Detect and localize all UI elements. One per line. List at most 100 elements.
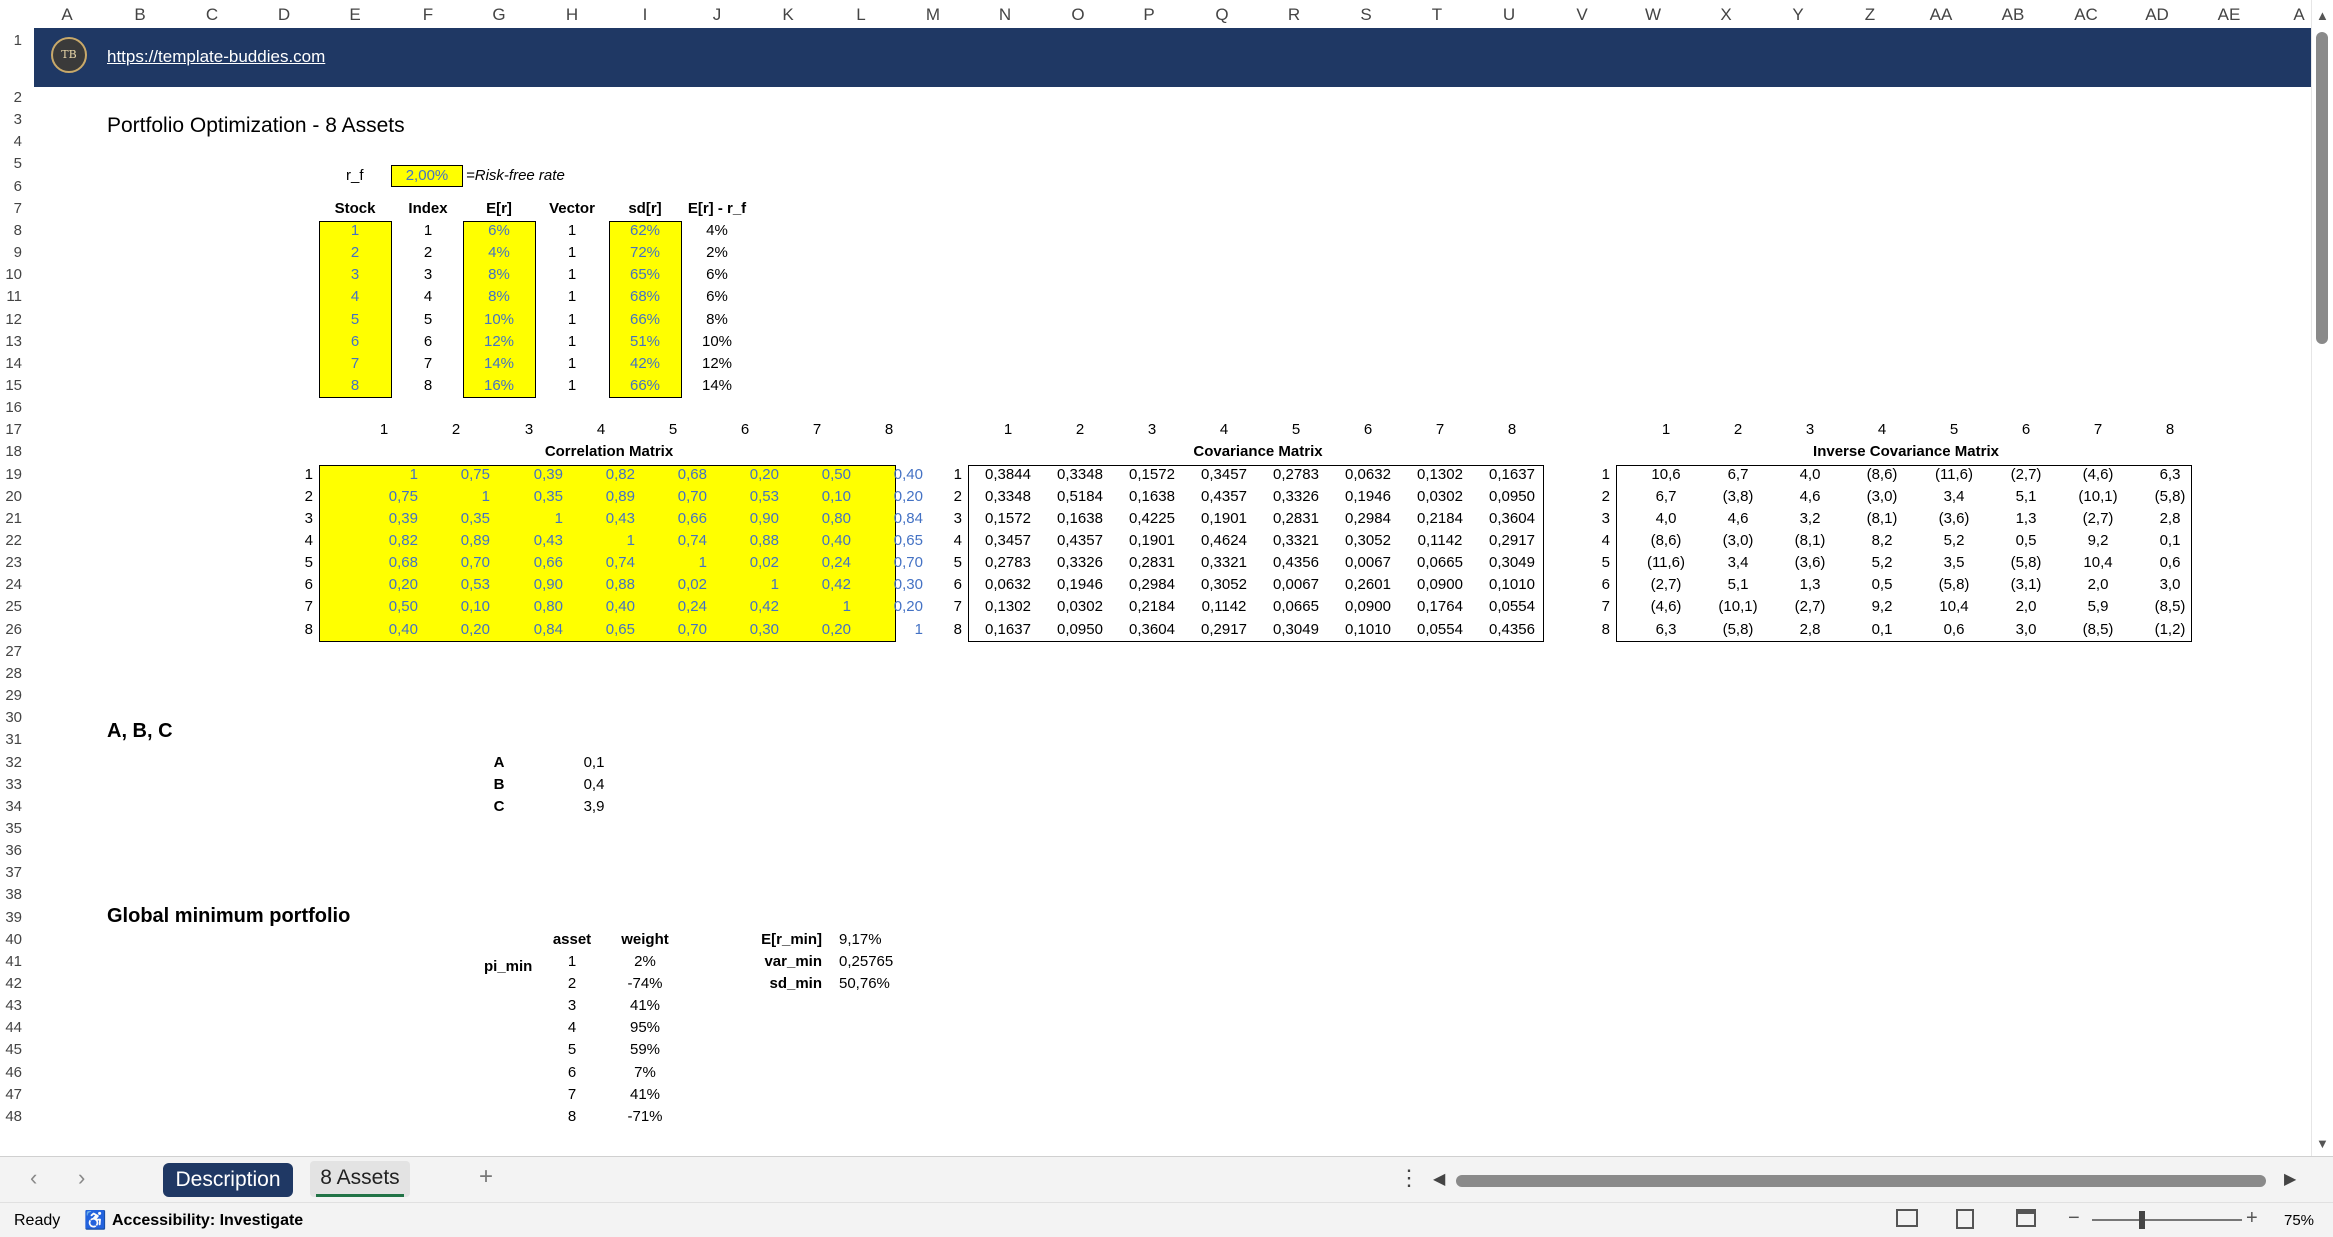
page-break-icon[interactable] bbox=[2016, 1209, 2036, 1227]
row-header[interactable]: 29 bbox=[0, 685, 22, 707]
correlation-cell[interactable]: 0,90 bbox=[493, 574, 563, 596]
row-header[interactable]: 41 bbox=[0, 951, 22, 973]
correlation-cell[interactable]: 1 bbox=[853, 619, 923, 641]
column-header[interactable]: M bbox=[903, 0, 963, 28]
correlation-cell[interactable]: 0,30 bbox=[853, 574, 923, 596]
row-header[interactable]: 20 bbox=[0, 486, 22, 508]
row-header[interactable]: 33 bbox=[0, 774, 22, 796]
correlation-cell[interactable]: 0,30 bbox=[709, 619, 779, 641]
stock-table-cell[interactable]: 10% bbox=[459, 309, 539, 331]
correlation-cell[interactable]: 0,40 bbox=[348, 619, 418, 641]
stock-table-cell[interactable]: 42% bbox=[605, 353, 685, 375]
row-header[interactable]: 48 bbox=[0, 1106, 22, 1128]
correlation-cell[interactable]: 0,10 bbox=[781, 486, 851, 508]
row-header[interactable]: 28 bbox=[0, 663, 22, 685]
stock-table-cell[interactable]: 62% bbox=[605, 220, 685, 242]
row-header[interactable]: 22 bbox=[0, 530, 22, 552]
correlation-cell[interactable]: 0,39 bbox=[348, 508, 418, 530]
row-header[interactable]: 17 bbox=[0, 419, 22, 441]
correlation-cell[interactable]: 1 bbox=[637, 552, 707, 574]
column-header[interactable]: G bbox=[469, 0, 529, 28]
column-header[interactable]: E bbox=[325, 0, 385, 28]
correlation-cell[interactable]: 0,74 bbox=[565, 552, 635, 574]
correlation-cell[interactable]: 0,50 bbox=[781, 464, 851, 486]
zoom-out-icon[interactable]: − bbox=[2068, 1207, 2080, 1230]
row-header[interactable]: 13 bbox=[0, 331, 22, 353]
correlation-cell[interactable]: 0,53 bbox=[420, 574, 490, 596]
correlation-cell[interactable]: 0,68 bbox=[637, 464, 707, 486]
correlation-cell[interactable]: 0,43 bbox=[565, 508, 635, 530]
correlation-cell[interactable]: 0,20 bbox=[781, 619, 851, 641]
correlation-cell[interactable]: 0,40 bbox=[565, 596, 635, 618]
row-header[interactable]: 43 bbox=[0, 995, 22, 1017]
row-header[interactable]: 39 bbox=[0, 907, 22, 929]
row-header[interactable]: 23 bbox=[0, 552, 22, 574]
row-header[interactable]: 44 bbox=[0, 1017, 22, 1039]
row-header[interactable]: 40 bbox=[0, 929, 22, 951]
column-header[interactable]: A bbox=[37, 0, 97, 28]
stock-table-cell[interactable]: 6 bbox=[315, 331, 395, 353]
correlation-cell[interactable]: 0,39 bbox=[493, 464, 563, 486]
correlation-cell[interactable]: 0,90 bbox=[709, 508, 779, 530]
scroll-up-icon[interactable]: ▲ bbox=[2316, 8, 2329, 23]
correlation-cell[interactable]: 0,74 bbox=[637, 530, 707, 552]
rf-input[interactable]: 2,00% bbox=[391, 165, 463, 187]
column-header[interactable]: Z bbox=[1840, 0, 1900, 28]
stock-table-cell[interactable]: 5 bbox=[315, 309, 395, 331]
correlation-cell[interactable]: 0,88 bbox=[709, 530, 779, 552]
correlation-cell[interactable]: 0,40 bbox=[781, 530, 851, 552]
correlation-cell[interactable]: 1 bbox=[420, 486, 490, 508]
column-header[interactable]: H bbox=[542, 0, 602, 28]
row-header[interactable]: 32 bbox=[0, 752, 22, 774]
correlation-cell[interactable]: 0,70 bbox=[637, 486, 707, 508]
correlation-cell[interactable]: 0,20 bbox=[853, 596, 923, 618]
accessibility-status[interactable]: Accessibility: Investigate bbox=[112, 1212, 303, 1230]
correlation-cell[interactable]: 0,24 bbox=[781, 552, 851, 574]
row-header[interactable]: 46 bbox=[0, 1062, 22, 1084]
correlation-cell[interactable]: 0,20 bbox=[420, 619, 490, 641]
correlation-cell[interactable]: 0,68 bbox=[348, 552, 418, 574]
column-header[interactable]: P bbox=[1119, 0, 1179, 28]
correlation-cell[interactable]: 0,65 bbox=[565, 619, 635, 641]
row-header[interactable]: 15 bbox=[0, 375, 22, 397]
row-header[interactable]: 10 bbox=[0, 264, 22, 286]
stock-table-cell[interactable]: 72% bbox=[605, 242, 685, 264]
row-header[interactable]: 12 bbox=[0, 309, 22, 331]
correlation-cell[interactable]: 0,89 bbox=[565, 486, 635, 508]
stock-table-cell[interactable]: 7 bbox=[315, 353, 395, 375]
correlation-cell[interactable]: 1 bbox=[709, 574, 779, 596]
page-layout-icon[interactable] bbox=[1956, 1209, 1974, 1229]
correlation-cell[interactable]: 0,02 bbox=[709, 552, 779, 574]
correlation-cell[interactable]: 0,82 bbox=[348, 530, 418, 552]
correlation-cell[interactable]: 0,35 bbox=[420, 508, 490, 530]
stock-table-cell[interactable]: 12% bbox=[459, 331, 539, 353]
correlation-cell[interactable]: 0,84 bbox=[853, 508, 923, 530]
correlation-cell[interactable]: 0,84 bbox=[493, 619, 563, 641]
scroll-down-icon[interactable]: ▼ bbox=[2316, 1136, 2329, 1151]
correlation-cell[interactable]: 0,70 bbox=[853, 552, 923, 574]
tab-prev-icon[interactable]: ‹ bbox=[30, 1165, 37, 1191]
row-header[interactable]: 14 bbox=[0, 353, 22, 375]
correlation-cell[interactable]: 0,66 bbox=[493, 552, 563, 574]
correlation-cell[interactable]: 0,35 bbox=[493, 486, 563, 508]
stock-table-cell[interactable]: 68% bbox=[605, 286, 685, 308]
correlation-cell[interactable]: 0,70 bbox=[420, 552, 490, 574]
row-header[interactable]: 3 bbox=[0, 109, 22, 131]
row-header[interactable]: 6 bbox=[0, 176, 22, 198]
stock-table-cell[interactable]: 3 bbox=[315, 264, 395, 286]
stock-table-cell[interactable]: 1 bbox=[315, 220, 395, 242]
correlation-cell[interactable]: 0,65 bbox=[853, 530, 923, 552]
column-header[interactable]: V bbox=[1552, 0, 1612, 28]
correlation-cell[interactable]: 0,40 bbox=[853, 464, 923, 486]
correlation-cell[interactable]: 0,43 bbox=[493, 530, 563, 552]
row-header[interactable]: 45 bbox=[0, 1039, 22, 1061]
row-header[interactable]: 18 bbox=[0, 441, 22, 463]
correlation-cell[interactable]: 0,89 bbox=[420, 530, 490, 552]
row-header[interactable]: 1 bbox=[0, 30, 22, 52]
correlation-cell[interactable]: 0,70 bbox=[637, 619, 707, 641]
correlation-cell[interactable]: 0,20 bbox=[348, 574, 418, 596]
row-header[interactable]: 31 bbox=[0, 729, 22, 751]
column-header[interactable]: AE bbox=[2199, 0, 2259, 28]
column-header[interactable]: AA bbox=[1911, 0, 1971, 28]
correlation-cell[interactable]: 0,02 bbox=[637, 574, 707, 596]
